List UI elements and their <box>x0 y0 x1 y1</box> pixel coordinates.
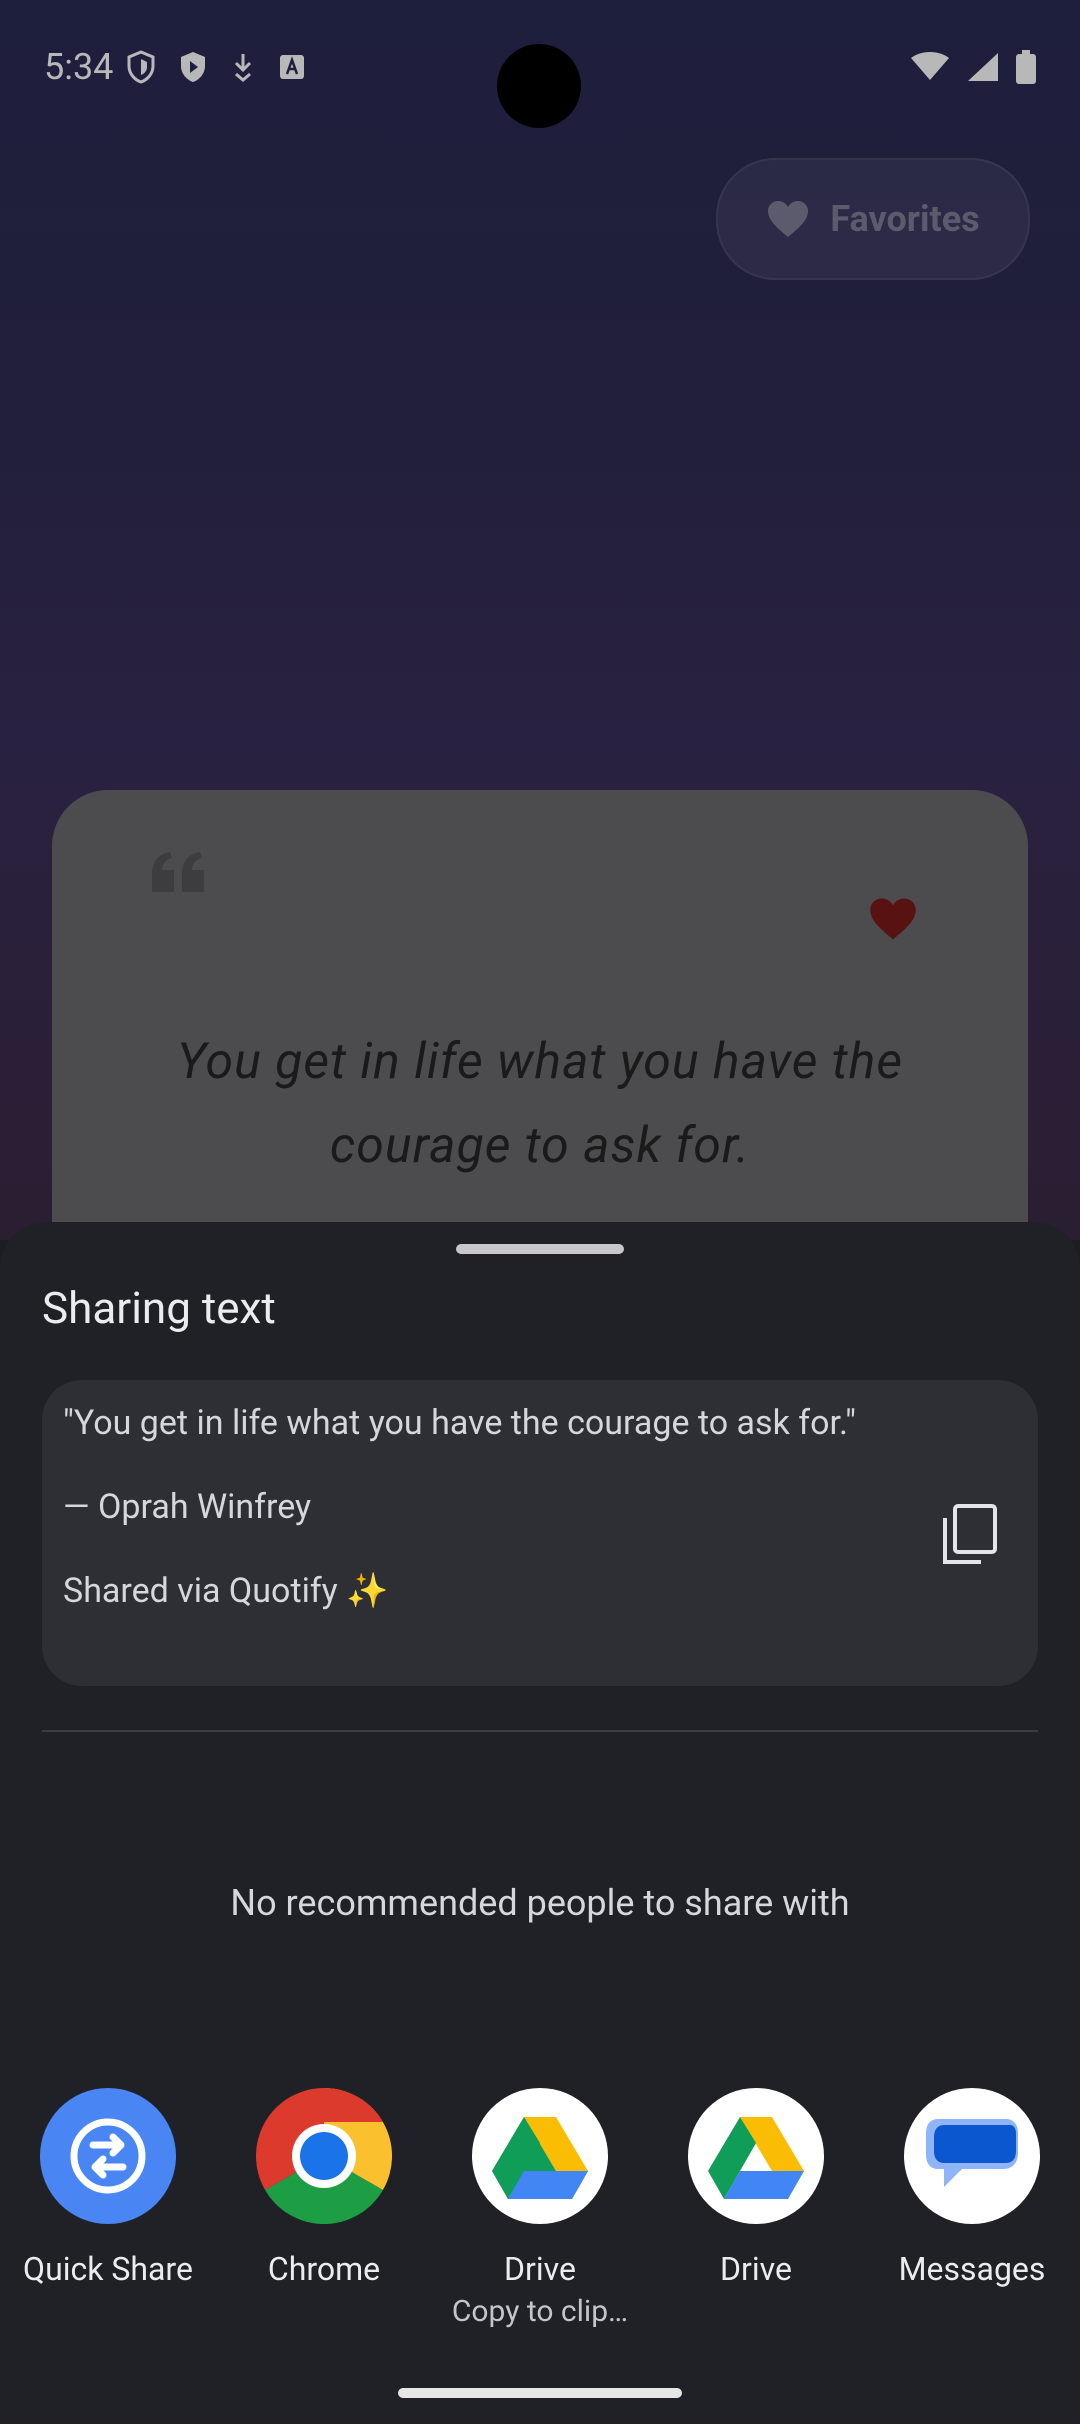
scrim[interactable] <box>0 0 1080 1240</box>
divider <box>42 1730 1038 1732</box>
share-target-label: Drive <box>504 2250 576 2288</box>
share-target-messages[interactable]: Messages <box>864 2088 1080 2288</box>
share-sheet: Sharing text "You get in life what you h… <box>0 1222 1080 2424</box>
drive-icon <box>472 2088 608 2224</box>
copy-icon <box>943 1504 997 1564</box>
share-target-chrome[interactable]: Chrome <box>216 2088 432 2288</box>
share-target-sublabel: Copy to clip… <box>451 2294 629 2329</box>
share-target-drive-copy[interactable]: Drive Copy to clip… <box>432 2088 648 2329</box>
messages-icon <box>904 2088 1040 2224</box>
share-target-quick-share[interactable]: Quick Share <box>0 2088 216 2288</box>
drive-icon <box>688 2088 824 2224</box>
preview-text: "You get in life what you have the coura… <box>63 1403 856 1611</box>
share-preview: "You get in life what you have the coura… <box>42 1380 1038 1686</box>
share-target-label: Chrome <box>267 2250 381 2288</box>
copy-button[interactable] <box>926 1492 1012 1578</box>
quick-share-icon <box>40 2088 176 2224</box>
share-target-drive[interactable]: Drive <box>648 2088 864 2288</box>
chrome-icon <box>256 2088 392 2224</box>
sheet-title: Sharing text <box>42 1282 276 1334</box>
share-target-label: Drive <box>720 2250 792 2288</box>
share-target-label: Messages <box>898 2250 1046 2288</box>
drag-handle[interactable] <box>456 1244 624 1254</box>
share-targets: Quick Share Chrome Drive Copy to clip… D… <box>0 2088 1080 2329</box>
gesture-nav-bar[interactable] <box>398 2388 682 2398</box>
no-recommended-people-text: No recommended people to share with <box>230 1882 850 1924</box>
share-target-label: Quick Share <box>23 2250 193 2288</box>
